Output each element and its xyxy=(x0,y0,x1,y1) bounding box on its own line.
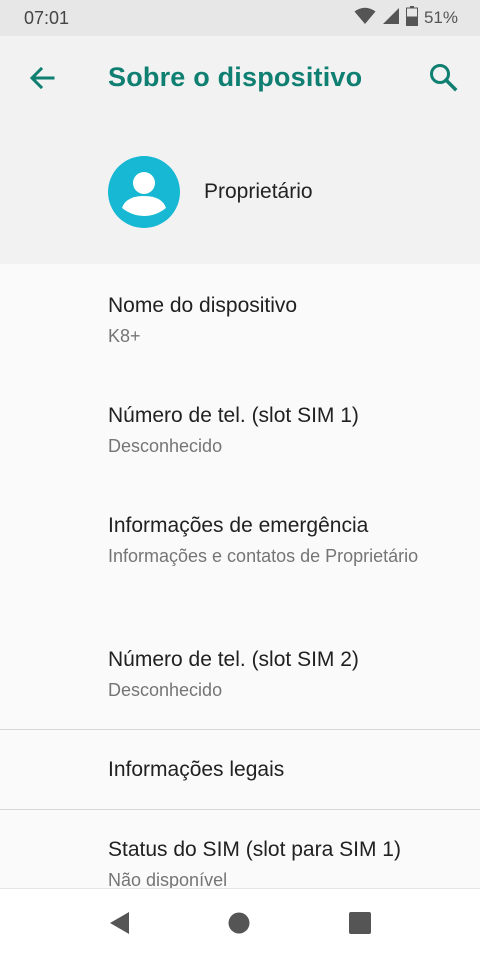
status-icons: 51% xyxy=(354,5,458,31)
item-title: Nome do dispositivo xyxy=(108,294,298,317)
nav-recents-button[interactable] xyxy=(346,911,374,939)
item-title: Número de tel. (slot SIM 2) xyxy=(108,648,359,671)
wifi-icon xyxy=(354,7,376,30)
back-arrow-icon xyxy=(28,64,56,97)
emergency-info-item[interactable]: Informações de emergência Informações e … xyxy=(0,484,480,624)
nav-home-button[interactable] xyxy=(225,911,253,939)
signal-icon xyxy=(382,7,400,30)
back-triangle-icon xyxy=(107,910,131,941)
screen: 07:01 51% Sobre o dispositivo Proprietár… xyxy=(0,0,480,960)
item-subtitle: Desconhecido xyxy=(108,436,223,456)
navigation-bar xyxy=(0,888,480,960)
item-title: Informações legais xyxy=(108,758,285,781)
back-button[interactable] xyxy=(26,64,58,96)
item-subtitle: K8+ xyxy=(108,326,141,346)
item-title: Status do SIM (slot para SIM 1) xyxy=(108,838,401,861)
search-icon xyxy=(428,62,458,97)
header: Sobre o dispositivo Proprietário xyxy=(0,36,480,264)
device-name-item[interactable]: Nome do dispositivo K8+ xyxy=(0,264,480,374)
status-time: 07:01 xyxy=(24,8,70,28)
legal-info-item[interactable]: Informações legais xyxy=(0,730,480,809)
nav-back-button[interactable] xyxy=(105,911,133,939)
sim-status-item[interactable]: Status do SIM (slot para SIM 1) Não disp… xyxy=(0,810,480,888)
item-subtitle: Desconhecido xyxy=(108,680,223,700)
page-title: Sobre o dispositivo xyxy=(108,62,363,92)
item-title: Informações de emergência xyxy=(108,514,369,537)
settings-list: Nome do dispositivo K8+ Número de tel. (… xyxy=(0,264,480,888)
home-circle-icon xyxy=(227,911,251,940)
owner-profile-row[interactable]: Proprietário xyxy=(0,146,480,236)
owner-name: Proprietário xyxy=(204,180,313,203)
phone-number-sim1-item[interactable]: Número de tel. (slot SIM 1) Desconhecido xyxy=(0,374,480,484)
item-subtitle: Não disponível xyxy=(108,870,228,888)
search-button[interactable] xyxy=(426,62,460,96)
item-title: Número de tel. (slot SIM 1) xyxy=(108,404,359,427)
battery-icon xyxy=(405,5,418,31)
avatar-icon xyxy=(108,156,180,228)
status-bar: 07:01 51% xyxy=(0,0,480,36)
recents-square-icon xyxy=(348,911,372,940)
phone-number-sim2-item[interactable]: Número de tel. (slot SIM 2) Desconhecido xyxy=(0,624,480,729)
battery-percentage: 51% xyxy=(423,8,458,27)
item-subtitle: Informações e contatos de Proprietário xyxy=(108,546,419,566)
